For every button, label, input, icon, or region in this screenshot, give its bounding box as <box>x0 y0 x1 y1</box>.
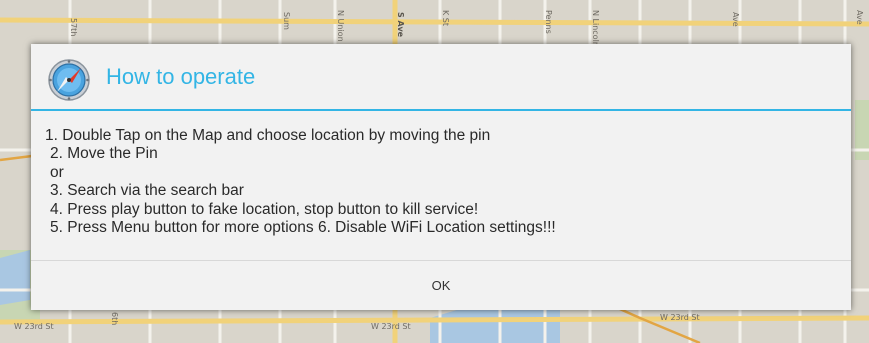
map-street-label: 57th <box>69 18 78 37</box>
instruction-line: 4. Press play button to fake location, s… <box>50 200 479 218</box>
map-street-label: Penns <box>544 10 553 34</box>
how-to-operate-dialog: How to operate 1. Double Tap on the Map … <box>31 44 851 310</box>
map-street-label: K St <box>441 10 450 27</box>
map-street-label: Sum <box>282 12 291 30</box>
map-street-label: N Lincoln <box>591 10 600 47</box>
map-street-label: Ave <box>855 10 864 25</box>
map-street-label: 6th <box>110 312 119 326</box>
instruction-line: 1. Double Tap on the Map and choose loca… <box>45 127 491 144</box>
instructions-text: 1. Double Tap on the Map and choose loca… <box>45 127 835 237</box>
instruction-line: or <box>50 163 64 181</box>
instruction-line: 5. Press Menu button for more options 6.… <box>50 219 556 237</box>
dialog-title: How to operate <box>106 64 256 89</box>
map-street-label: W 23rd St <box>14 322 54 331</box>
map-street-label: W 23rd St <box>660 313 700 322</box>
title-divider <box>31 109 851 111</box>
compass-icon <box>47 58 91 102</box>
dialog-header: How to operate <box>31 44 851 109</box>
map-street-label: Ave <box>731 12 740 27</box>
map-street-label: W 23rd St <box>371 322 411 331</box>
ok-button[interactable]: OK <box>31 261 851 310</box>
map-street-label: N Union <box>336 10 345 42</box>
instruction-line: 3. Search via the search bar <box>50 182 244 200</box>
map-street-label: S Ave <box>396 12 405 38</box>
instruction-line: 2. Move the Pin <box>50 145 158 163</box>
